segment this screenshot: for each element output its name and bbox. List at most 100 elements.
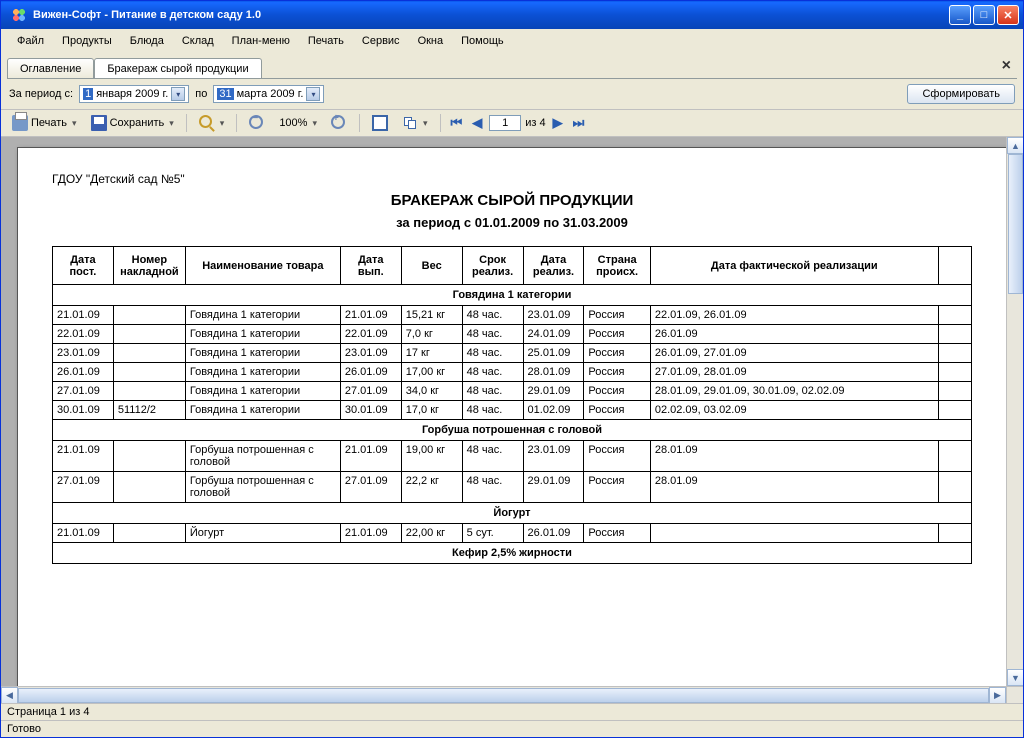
menu-help[interactable]: Помощь xyxy=(453,33,512,49)
col-country: Страна происх. xyxy=(584,247,650,285)
col-fact-real: Дата фактической реализации xyxy=(650,247,938,285)
cell: Говядина 1 категории xyxy=(185,344,340,363)
date-to-picker[interactable]: 31 марта 2009 г. ▾ xyxy=(213,85,324,103)
maximize-button[interactable]: □ xyxy=(973,5,995,25)
scroll-down-button[interactable]: ▼ xyxy=(1007,669,1023,686)
zoom-value[interactable]: 100%▾ xyxy=(274,115,322,131)
table-row: 21.01.09Говядина 1 категории21.01.0915,2… xyxy=(53,306,972,325)
cell: Горбуша потрошенная с головой xyxy=(185,441,340,472)
cell: 26.01.09, 27.01.09 xyxy=(650,344,938,363)
cell: 29.01.09 xyxy=(523,382,584,401)
col-date-in: Дата пост. xyxy=(53,247,114,285)
zoom-out-button[interactable] xyxy=(244,113,270,133)
col-date-out: Дата вып. xyxy=(340,247,401,285)
menu-products[interactable]: Продукты xyxy=(54,33,120,49)
cell: 29.01.09 xyxy=(523,472,584,503)
zoom-in-icon xyxy=(331,115,347,131)
multi-page-button[interactable]: ▾ xyxy=(397,113,433,133)
nav-first-button[interactable]: ⏮ xyxy=(448,115,466,131)
multi-page-icon xyxy=(402,115,418,131)
cell xyxy=(938,325,971,344)
vertical-scrollbar[interactable]: ▲ ▼ xyxy=(1006,137,1023,686)
filter-bar: За период с: 1 января 2009 г. ▾ по 31 ма… xyxy=(1,79,1023,110)
scroll-up-button[interactable]: ▲ xyxy=(1007,137,1023,154)
nav-next-button[interactable]: ▶ xyxy=(550,115,566,131)
save-icon xyxy=(91,115,107,131)
cell: Йогурт xyxy=(185,524,340,543)
cell: 48 час. xyxy=(462,325,523,344)
cell: 28.01.09 xyxy=(523,363,584,382)
save-button[interactable]: Сохранить▾ xyxy=(86,113,179,133)
tab-active[interactable]: Бракераж сырой продукции xyxy=(94,58,261,79)
cell: 21.01.09 xyxy=(53,306,114,325)
find-button[interactable]: ▾ xyxy=(194,113,230,133)
cell: Россия xyxy=(584,306,650,325)
minimize-button[interactable]: _ xyxy=(949,5,971,25)
cell: 21.01.09 xyxy=(53,524,114,543)
nav-last-button[interactable]: ⏭ xyxy=(570,115,588,131)
cell xyxy=(650,524,938,543)
cell xyxy=(938,344,971,363)
date-from-picker[interactable]: 1 января 2009 г. ▾ xyxy=(79,85,189,103)
category-row: Кефир 2,5% жирности xyxy=(53,543,972,564)
status-ready: Готово xyxy=(1,720,1023,737)
printer-icon xyxy=(12,115,28,131)
table-row: 21.01.09Йогурт21.01.0922,00 кг5 сут.26.0… xyxy=(53,524,972,543)
chevron-down-icon[interactable]: ▾ xyxy=(171,87,185,101)
cell: 48 час. xyxy=(462,344,523,363)
col-empty xyxy=(938,247,971,285)
category-row: Говядина 1 категории xyxy=(53,285,972,306)
page-current-input[interactable]: 1 xyxy=(489,115,521,131)
nav-prev-button[interactable]: ◀ xyxy=(469,115,485,131)
menu-dishes[interactable]: Блюда xyxy=(122,33,172,49)
cell xyxy=(938,306,971,325)
single-page-button[interactable] xyxy=(367,113,393,133)
cell: Говядина 1 категории xyxy=(185,325,340,344)
table-row: 23.01.09Говядина 1 категории23.01.0917 к… xyxy=(53,344,972,363)
status-page: Страница 1 из 4 xyxy=(1,703,1023,720)
scroll-thumb-h[interactable] xyxy=(18,688,989,703)
cell: 21.01.09 xyxy=(340,441,401,472)
close-button[interactable]: ✕ xyxy=(997,5,1019,25)
generate-button[interactable]: Сформировать xyxy=(907,84,1015,104)
cell: Россия xyxy=(584,401,650,420)
scroll-left-button[interactable]: ◀ xyxy=(1,687,18,703)
cell: 19,00 кг xyxy=(401,441,462,472)
cell: 26.01.09 xyxy=(340,363,401,382)
cell: 48 час. xyxy=(462,441,523,472)
menu-print[interactable]: Печать xyxy=(300,33,352,49)
scroll-right-button[interactable]: ▶ xyxy=(989,687,1006,703)
menu-stock[interactable]: Склад xyxy=(174,33,222,49)
cell: 22.01.09 xyxy=(53,325,114,344)
cell: 48 час. xyxy=(462,382,523,401)
horizontal-scrollbar[interactable]: ◀ ▶ xyxy=(1,686,1006,703)
category-row: Йогурт xyxy=(53,503,972,524)
cell xyxy=(113,363,185,382)
org-name: ГДОУ "Детский сад №5" xyxy=(52,172,185,186)
menu-windows[interactable]: Окна xyxy=(410,33,452,49)
window-buttons: _ □ ✕ xyxy=(949,5,1019,25)
single-page-icon xyxy=(372,115,388,131)
cell: 02.02.09, 03.02.09 xyxy=(650,401,938,420)
scroll-thumb-v[interactable] xyxy=(1008,154,1023,294)
zoom-in-button[interactable] xyxy=(326,113,352,133)
category-row: Горбуша потрошенная с головой xyxy=(53,420,972,441)
cell: 28.01.09, 29.01.09, 30.01.09, 02.02.09 xyxy=(650,382,938,401)
tab-close-button[interactable]: × xyxy=(996,57,1017,79)
tab-toc[interactable]: Оглавление xyxy=(7,58,94,79)
col-product: Наименование товара xyxy=(185,247,340,285)
menu-file[interactable]: Файл xyxy=(9,33,52,49)
zoom-out-icon xyxy=(249,115,265,131)
chevron-down-icon[interactable]: ▾ xyxy=(306,87,320,101)
cell: 7,0 кг xyxy=(401,325,462,344)
cell xyxy=(938,472,971,503)
print-button[interactable]: Печать▾ xyxy=(7,113,82,133)
cell: 21.01.09 xyxy=(340,306,401,325)
menu-plan[interactable]: План-меню xyxy=(224,33,298,49)
cell xyxy=(938,401,971,420)
cell: 21.01.09 xyxy=(53,441,114,472)
cell: 30.01.09 xyxy=(53,401,114,420)
cell: 26.01.09 xyxy=(650,325,938,344)
cell: 30.01.09 xyxy=(340,401,401,420)
menu-service[interactable]: Сервис xyxy=(354,33,408,49)
